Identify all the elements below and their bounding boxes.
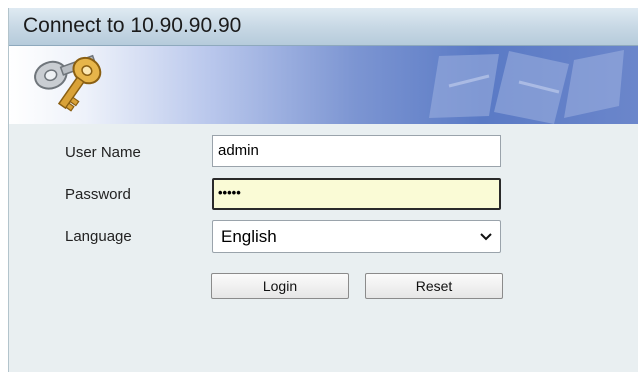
window-title: Connect to 10.90.90.90 <box>23 14 242 37</box>
password-mask: ••••• <box>218 185 241 200</box>
password-label: Password <box>65 186 131 203</box>
login-button[interactable]: Login <box>211 273 349 299</box>
login-dialog: Connect to 10.90.90.90 User Name admin P… <box>8 8 638 372</box>
language-label: Language <box>65 228 132 245</box>
chevron-down-icon <box>480 233 492 241</box>
password-field[interactable]: ••••• <box>212 178 501 210</box>
reset-button[interactable]: Reset <box>365 273 503 299</box>
language-selected-value: English <box>221 227 277 246</box>
banner-decoration <box>429 50 624 124</box>
keys-icon <box>34 54 102 112</box>
title-bar: Connect to 10.90.90.90 <box>9 8 638 46</box>
header-banner <box>9 46 638 124</box>
language-select[interactable]: English <box>212 220 501 253</box>
username-field[interactable]: admin <box>212 135 501 167</box>
username-label: User Name <box>65 144 141 161</box>
